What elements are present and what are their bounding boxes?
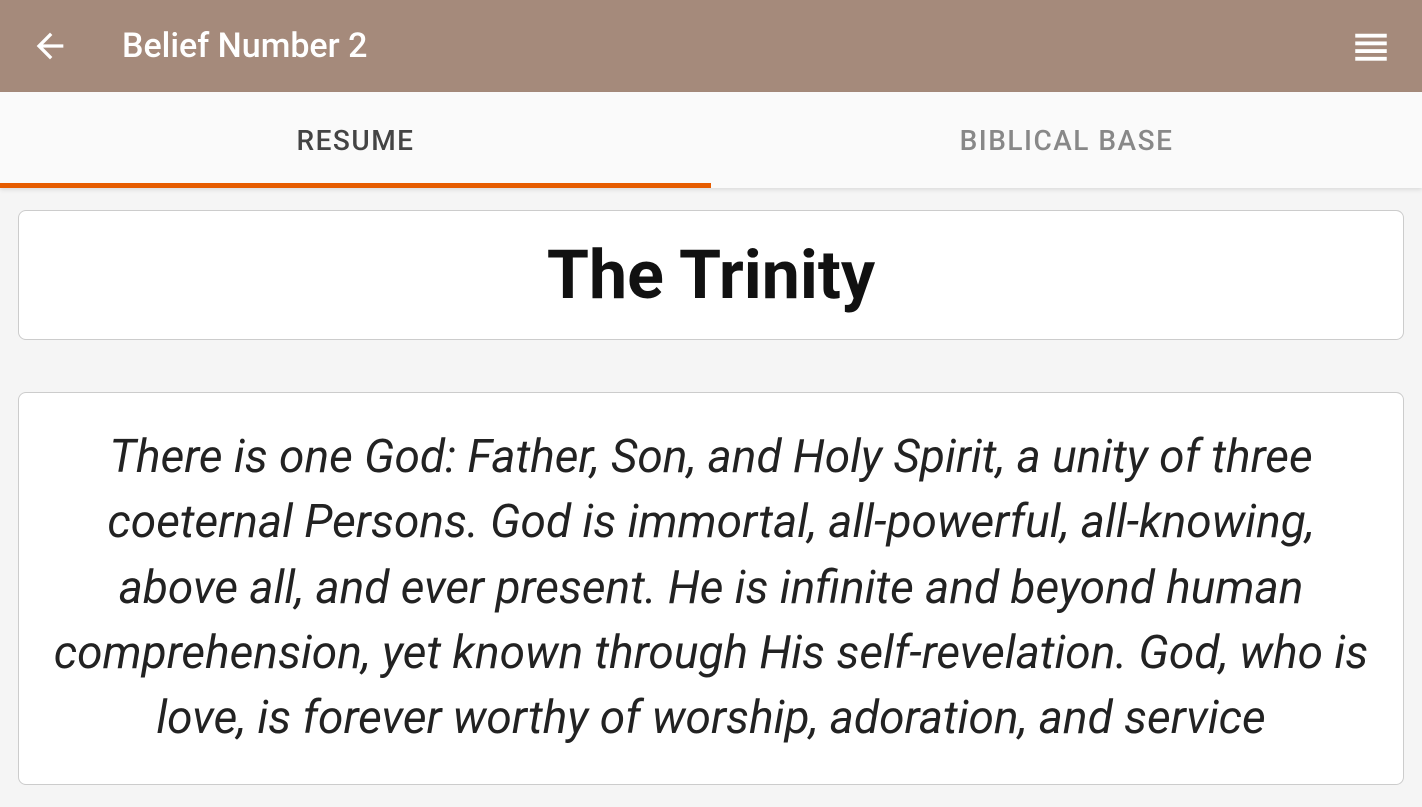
tab-biblical-base[interactable]: BIBLICAL BASE xyxy=(711,92,1422,188)
content-area: The Trinity There is one God: Father, So… xyxy=(0,188,1422,807)
description-card: There is one God: Father, Son, and Holy … xyxy=(18,392,1404,785)
belief-title: The Trinity xyxy=(43,235,1379,315)
tab-label: BIBLICAL BASE xyxy=(960,124,1174,157)
tab-label: RESUME xyxy=(296,124,414,157)
menu-icon xyxy=(1350,25,1392,67)
back-button[interactable] xyxy=(30,26,70,66)
arrow-left-icon xyxy=(30,26,70,66)
header: Belief Number 2 xyxy=(0,0,1422,92)
title-card: The Trinity xyxy=(18,210,1404,340)
belief-description: There is one God: Father, Son, and Holy … xyxy=(47,425,1375,752)
tab-resume[interactable]: RESUME xyxy=(0,92,711,188)
page-title: Belief Number 2 xyxy=(122,26,1350,66)
tabs: RESUME BIBLICAL BASE xyxy=(0,92,1422,188)
menu-button[interactable] xyxy=(1350,25,1392,67)
